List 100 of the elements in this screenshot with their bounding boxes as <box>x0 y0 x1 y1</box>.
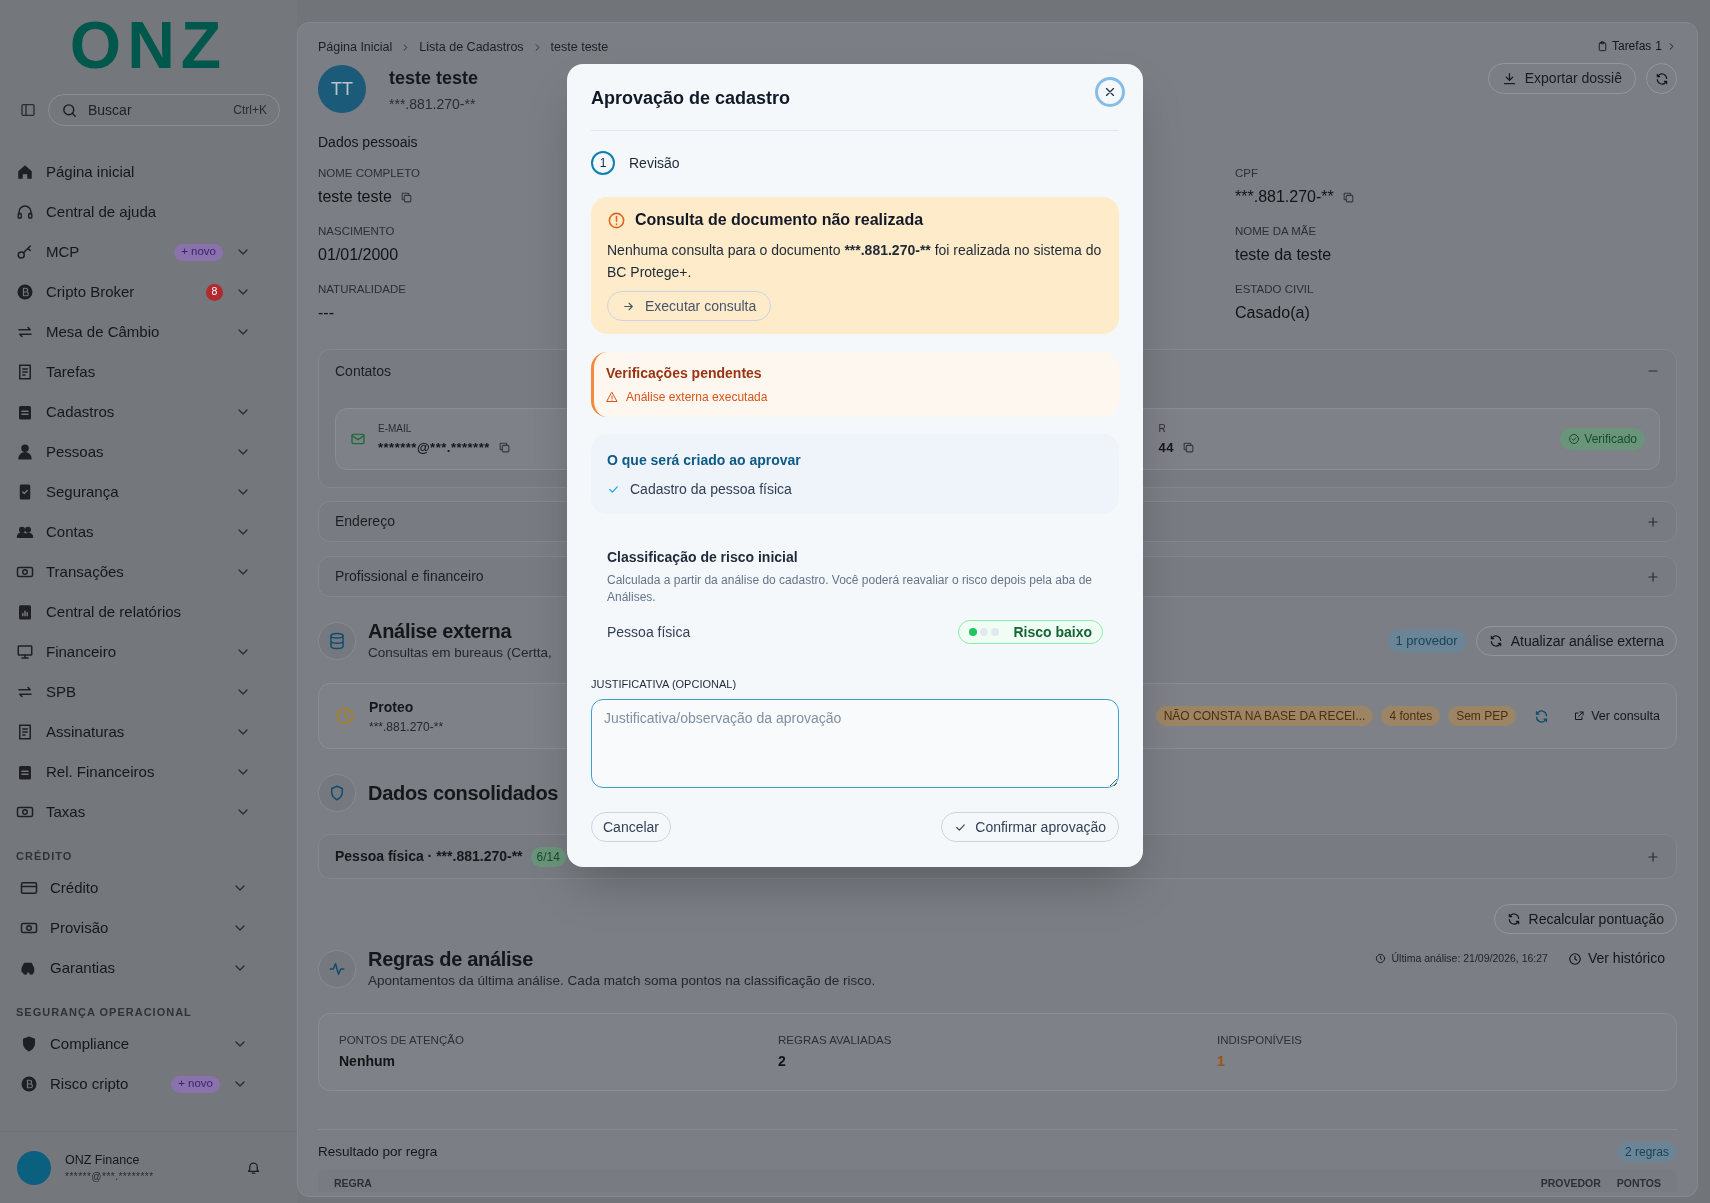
document-icon <box>16 363 34 381</box>
clock-icon <box>335 706 355 726</box>
mail-icon <box>350 431 366 447</box>
refresh-icon <box>1506 912 1521 926</box>
pending-item: Análise externa executada <box>626 389 768 406</box>
tag: NÃO CONSTA NA BASE DA RECEI... <box>1155 706 1374 726</box>
close-button[interactable] <box>1095 77 1125 107</box>
nav-item[interactable]: Garantias <box>0 948 297 988</box>
field-value: teste da teste <box>1235 245 1332 265</box>
alert-circle-icon <box>607 210 626 230</box>
risk-description: Calculada a partir da análise do cadastro. Você poderá reavaliar o risco depois pela aba de Análises. <box>607 572 1093 606</box>
nav-item[interactable]: Rel. Financeiros <box>0 752 297 792</box>
timestamp: Última análise: 21/09/2026, 16:27 <box>1391 950 1548 966</box>
refresh-icon <box>1654 71 1669 86</box>
justification-field[interactable]: Justificativa/observação da aprovação <box>591 699 1119 788</box>
nav-item[interactable]: Taxas <box>0 792 297 832</box>
nav-item[interactable]: Provisão <box>0 908 297 948</box>
search-icon <box>61 101 78 119</box>
nav-item[interactable]: Risco cripto + novo <box>0 1064 297 1104</box>
clipboard-icon <box>16 763 34 781</box>
breadcrumb-link[interactable]: Lista de Cadastros <box>419 37 524 57</box>
nav-item[interactable]: SPB <box>0 672 297 712</box>
field-label: CPF <box>1235 166 1259 181</box>
dialog-title: Aprovação de cadastro <box>591 86 791 110</box>
stat-label: PONTOS DE ATENÇÃO <box>339 1032 465 1048</box>
pending-title: Verificações pendentes <box>606 364 763 382</box>
copy-icon[interactable] <box>497 441 511 454</box>
credit-card-icon <box>20 879 38 897</box>
download-icon <box>1501 71 1517 86</box>
close-icon <box>1103 85 1117 99</box>
nav-item[interactable]: Segurança <box>0 472 297 512</box>
key-icon <box>16 243 34 261</box>
field-label: NOME COMPLETO <box>318 166 422 181</box>
breadcrumb-link[interactable]: Página Inicial <box>318 37 393 57</box>
monitor-icon <box>16 643 34 661</box>
logo: ONZ <box>69 12 228 78</box>
copy-icon[interactable] <box>1341 190 1355 204</box>
nav-item[interactable]: Financeiro <box>0 632 297 672</box>
headset-icon <box>16 203 34 221</box>
nav-item[interactable]: Mesa de Câmbio <box>0 312 297 352</box>
status-badge: Verificado <box>1560 428 1645 450</box>
risk-title: Classificação de risco inicial <box>607 548 799 567</box>
sidebar-toggle-icon[interactable] <box>20 102 36 118</box>
copy-icon[interactable] <box>1181 441 1195 454</box>
field-label: NOME DA MÃE <box>1235 224 1318 239</box>
provider-name: Proteo <box>369 697 415 717</box>
nav-item[interactable]: MCP + novo <box>0 232 297 272</box>
section-title: Resultado por regra <box>318 1142 438 1161</box>
nav-item[interactable]: Página inicial <box>0 152 297 192</box>
section-title: Endereço <box>335 512 395 531</box>
tasks-link[interactable]: Tarefas 1 <box>1596 38 1677 54</box>
field-value: 44 <box>1158 438 1174 457</box>
nav-item[interactable]: Transações <box>0 552 297 592</box>
bell-icon[interactable] <box>246 1160 261 1175</box>
history-button[interactable]: Ver histórico <box>1567 948 1665 969</box>
badge: 8 <box>206 283 223 301</box>
avatar <box>17 1150 51 1185</box>
stat-label: INDISPONÍVEIS <box>1217 1032 1303 1048</box>
clipboard-icon <box>1596 40 1608 52</box>
nav-item[interactable]: Crédito <box>0 868 297 908</box>
copy-icon[interactable] <box>399 190 413 204</box>
clipboard-icon <box>16 403 34 421</box>
nav-item[interactable]: Pessoas <box>0 432 297 472</box>
plus-icon[interactable] <box>1646 514 1660 529</box>
field-value: Casado(a) <box>1235 303 1310 323</box>
clock-icon <box>1374 953 1386 964</box>
section-heading: Dados consolidados <box>368 781 559 806</box>
badge: + novo <box>171 1075 220 1093</box>
plus-icon[interactable] <box>1646 569 1660 584</box>
column-header: PROVEDOR <box>1540 1176 1601 1192</box>
nav-item[interactable]: Assinaturas <box>0 712 297 752</box>
tag: Sem PEP <box>1448 706 1517 726</box>
info-item: Cadastro da pessoa física <box>630 479 792 499</box>
coin-icon <box>20 1075 38 1093</box>
nav-item[interactable]: Tarefas <box>0 352 297 392</box>
person-name: teste teste <box>389 67 479 90</box>
shield-icon <box>20 1035 38 1053</box>
view-link[interactable]: Ver consulta <box>1573 706 1660 726</box>
column-header: PONTOS <box>1616 1176 1661 1192</box>
plus-icon[interactable] <box>1646 849 1660 864</box>
warning-icon <box>606 391 618 403</box>
risk-entity: Pessoa física <box>607 622 691 642</box>
database-icon <box>328 632 346 650</box>
nav-item[interactable]: Compliance <box>0 1024 297 1064</box>
nav-item[interactable]: Contas <box>0 512 297 552</box>
section-heading: Regras de análise <box>368 946 534 971</box>
field-value: 01/01/2000 <box>318 245 399 265</box>
entity-title: Pessoa física · ***.881.270-** <box>335 847 523 866</box>
stat-value: Nenhum <box>339 1052 396 1072</box>
nav-item[interactable]: Central de ajuda <box>0 192 297 232</box>
section-title: Dados pessoais <box>318 133 419 151</box>
column-header: REGRA <box>334 1176 373 1192</box>
step-tab[interactable]: Revisão <box>629 152 680 174</box>
risk-badge: Risco baixo <box>958 620 1103 644</box>
refresh-icon[interactable] <box>1534 708 1550 724</box>
nav-item[interactable]: Cadastros <box>0 392 297 432</box>
nav-item[interactable]: Cripto Broker 8 <box>0 272 297 312</box>
shortcut-hint: Ctrl+K <box>233 102 267 119</box>
pulse-icon <box>328 960 346 978</box>
nav-item[interactable]: Central de relatórios <box>0 592 297 632</box>
